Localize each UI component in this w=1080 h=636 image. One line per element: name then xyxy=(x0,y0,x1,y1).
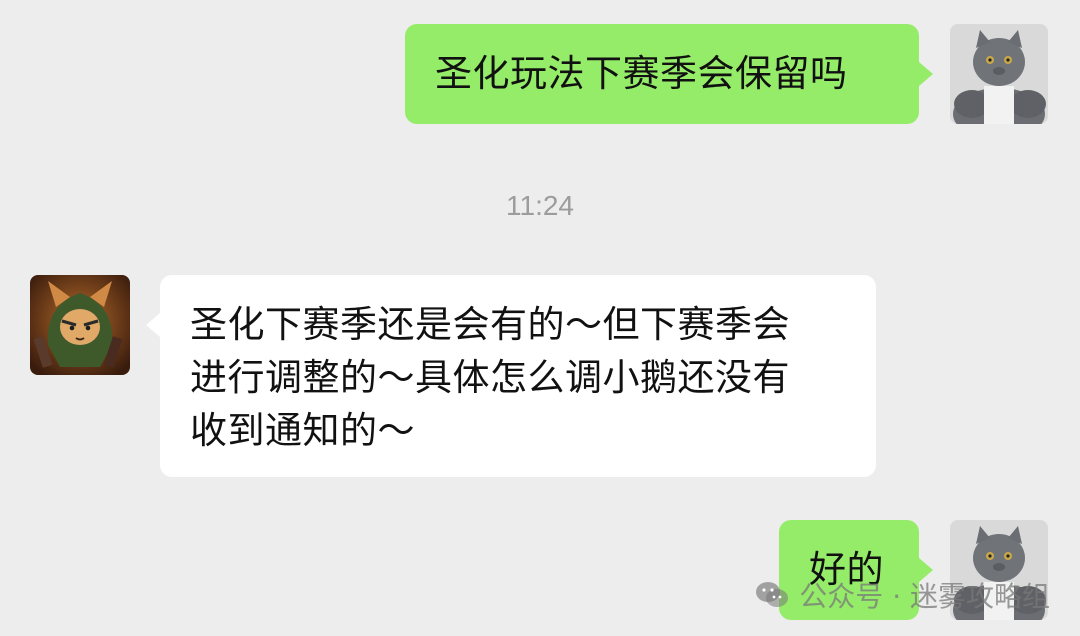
message-row-outgoing: 好的 xyxy=(0,0,1080,636)
watermark: 公众号 · 迷雾攻略组 xyxy=(755,575,1050,615)
watermark-text: 公众号 · 迷雾攻略组 xyxy=(799,580,1050,613)
wechat-icon xyxy=(755,580,789,610)
chat-area: 圣化玩法下赛季会保留吗 11:24 圣化下赛季还是会有的～但下赛季会 进行调整的… xyxy=(0,0,1080,636)
